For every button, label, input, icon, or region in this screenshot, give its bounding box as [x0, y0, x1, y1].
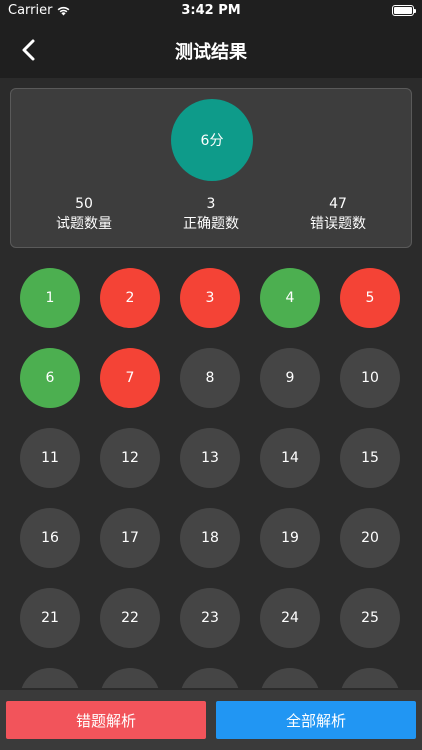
- status-bar: Carrier 3:42 PM: [0, 0, 422, 22]
- stat-total-label: 试题数量: [56, 216, 112, 232]
- question-cell[interactable]: 12: [100, 428, 160, 488]
- question-cell[interactable]: 10: [340, 348, 400, 408]
- stat-correct-label: 正确题数: [183, 216, 239, 232]
- question-cell[interactable]: 17: [100, 508, 160, 568]
- question-cell[interactable]: 20: [340, 508, 400, 568]
- question-cell[interactable]: 19: [260, 508, 320, 568]
- bottom-action-bar: 错题解析 全部解析: [0, 690, 422, 750]
- stat-wrong-value: 47: [329, 196, 347, 212]
- nav-bar: 测试结果: [0, 22, 422, 78]
- battery-icon: [392, 5, 416, 16]
- question-cell[interactable]: [100, 668, 160, 688]
- stat-wrong-label: 错误题数: [310, 216, 366, 232]
- question-cell[interactable]: [340, 668, 400, 688]
- question-cell[interactable]: 8: [180, 348, 240, 408]
- question-cell[interactable]: 23: [180, 588, 240, 648]
- question-cell[interactable]: 1: [20, 268, 80, 328]
- question-cell[interactable]: 15: [340, 428, 400, 488]
- page-title: 测试结果: [175, 42, 247, 63]
- question-cell[interactable]: 6: [20, 348, 80, 408]
- question-cell[interactable]: 2: [100, 268, 160, 328]
- stat-wrong: 47 错误题数: [283, 195, 393, 235]
- stat-total-value: 50: [75, 196, 93, 212]
- question-cell[interactable]: 11: [20, 428, 80, 488]
- question-cell[interactable]: 22: [100, 588, 160, 648]
- question-cell[interactable]: 13: [180, 428, 240, 488]
- question-cell[interactable]: [180, 668, 240, 688]
- question-cell[interactable]: 24: [260, 588, 320, 648]
- result-summary-card: 6分 50 试题数量 3 正确题数 47 错误题数: [10, 88, 412, 248]
- all-analysis-button[interactable]: 全部解析: [216, 701, 416, 739]
- question-cell[interactable]: 4: [260, 268, 320, 328]
- question-cell[interactable]: 21: [20, 588, 80, 648]
- question-cell[interactable]: [20, 668, 80, 688]
- score-badge: 6分: [171, 99, 253, 181]
- question-cell[interactable]: 5: [340, 268, 400, 328]
- stat-correct-value: 3: [206, 196, 216, 212]
- question-grid: 1 2 3 4 5 6 7 8 9 10 11 12 13 14 15 16 17 18 19 20 21 22 23 24 2…: [0, 268, 422, 688]
- question-cell[interactable]: 14: [260, 428, 320, 488]
- stat-correct: 3 正确题数: [156, 195, 266, 235]
- question-cell[interactable]: 16: [20, 508, 80, 568]
- wrong-analysis-button[interactable]: 错题解析: [6, 701, 206, 739]
- question-cell[interactable]: 3: [180, 268, 240, 328]
- question-cell[interactable]: 9: [260, 348, 320, 408]
- status-time: 3:42 PM: [181, 3, 241, 18]
- question-cell[interactable]: [260, 668, 320, 688]
- stats-row: 50 试题数量 3 正确题数 47 错误题数: [11, 195, 411, 239]
- question-cell[interactable]: 18: [180, 508, 240, 568]
- question-cell[interactable]: 25: [340, 588, 400, 648]
- screen: Carrier 3:42 PM 测试结果 6分 50 试题数量 3 正确题数 4…: [0, 0, 422, 750]
- question-cell[interactable]: 7: [100, 348, 160, 408]
- stat-total: 50 试题数量: [29, 195, 139, 235]
